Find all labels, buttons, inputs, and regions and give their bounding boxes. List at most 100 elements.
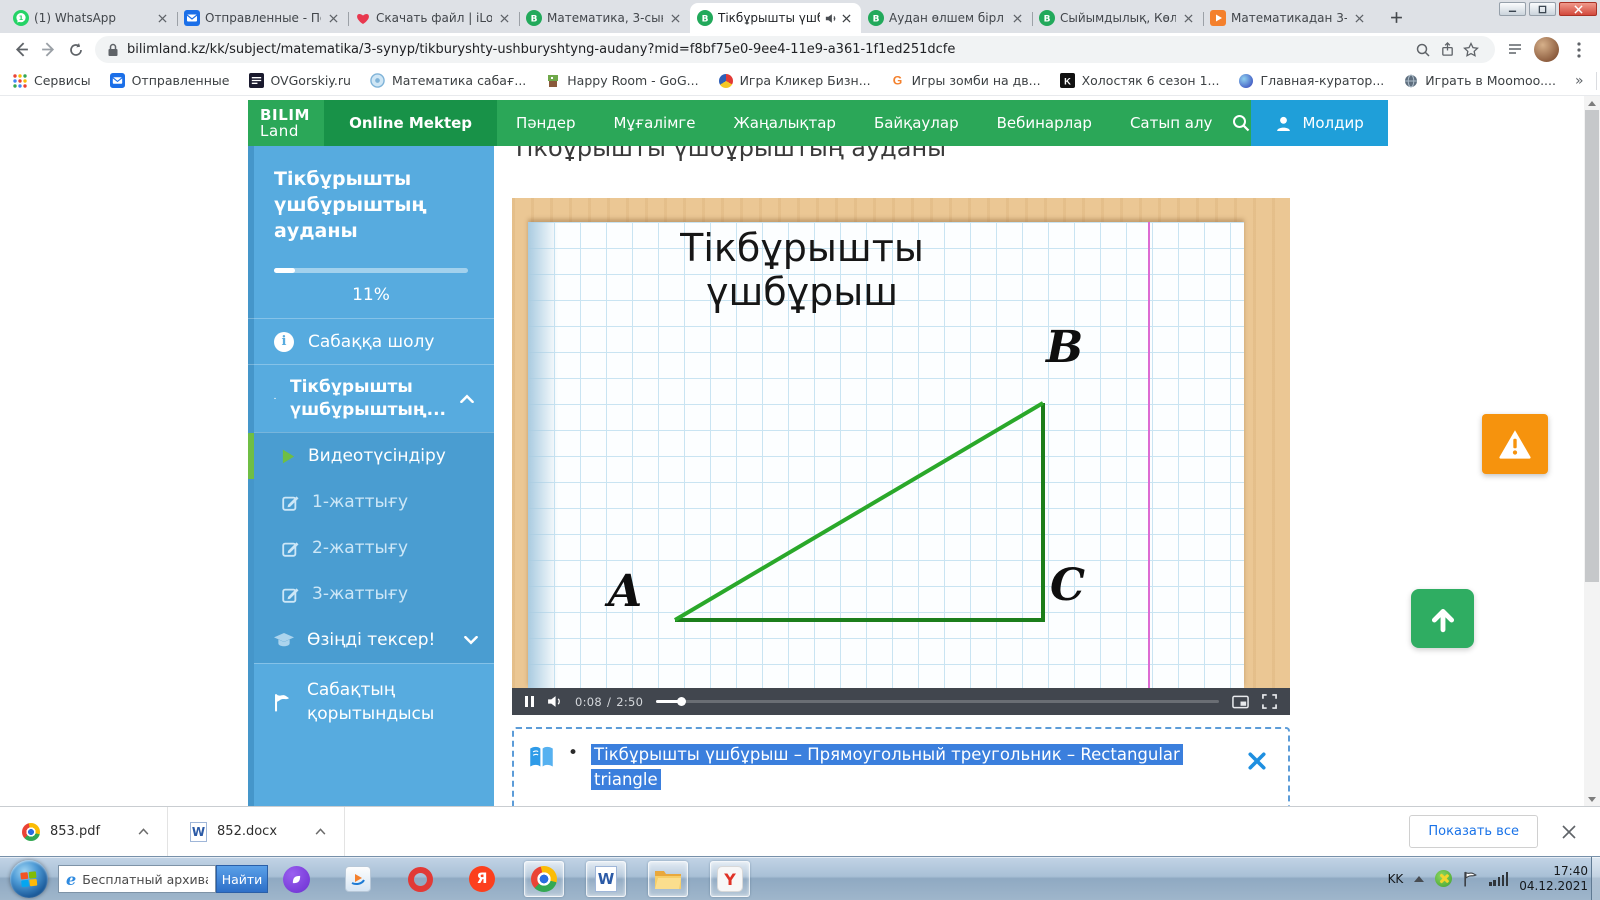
seek-track[interactable]: [656, 700, 1219, 703]
clock[interactable]: 17:40 04.12.2021: [1519, 864, 1588, 894]
nav-mugalimge[interactable]: Мұғалімге: [594, 100, 714, 146]
bookmarks-overflow-chevron[interactable]: »: [1575, 73, 1584, 89]
taskbar-app-explorer[interactable]: [648, 861, 688, 897]
bookmark-otpravlennye[interactable]: Отправленные: [110, 73, 229, 89]
downloads-close-icon[interactable]: [1562, 824, 1576, 839]
sidebar-item-summary[interactable]: Сабақтың қорытындысы: [248, 663, 494, 740]
tab-close-icon[interactable]: [1010, 11, 1025, 26]
tab-close-icon[interactable]: [1352, 11, 1367, 26]
nav-zhanalyqtar[interactable]: Жаңалықтар: [715, 100, 855, 146]
taskbar-app-yandex-browser[interactable]: Y: [710, 861, 750, 897]
tab-close-icon[interactable]: [668, 11, 683, 26]
sidebar-section-header[interactable]: Тікбұрышты үшбұрыштың...: [248, 364, 494, 432]
tray-antivirus-icon[interactable]: [1435, 870, 1453, 887]
share-icon[interactable]: [1435, 38, 1459, 62]
seek-knob[interactable]: [677, 697, 687, 706]
video-seek-bar[interactable]: [656, 688, 1219, 715]
glossary-close-icon[interactable]: [1248, 752, 1266, 813]
new-tab-button[interactable]: [1383, 4, 1409, 30]
close-button[interactable]: [1559, 2, 1597, 16]
bookmark-kliker[interactable]: Игра Кликер Бизн...: [718, 73, 871, 89]
volume-icon[interactable]: [547, 695, 562, 708]
report-warning-button[interactable]: [1482, 414, 1548, 474]
show-all-downloads-button[interactable]: Показать все: [1409, 815, 1538, 848]
scrollbar-up-icon[interactable]: [1584, 96, 1600, 110]
back-icon[interactable]: [8, 36, 35, 63]
pause-button[interactable]: [525, 696, 534, 707]
bookmark-ovgorskiy[interactable]: OVGorskiy.ru: [248, 73, 351, 89]
tab-tikburyshty-active[interactable]: B Тікбұрышты үшб: [690, 3, 861, 33]
video-player[interactable]: Тікбұрышты үшбұрыш A B C 0:08 / 2:50: [512, 198, 1290, 715]
url-text[interactable]: bilimland.kz/kk/subject/matematika/3-syn…: [127, 42, 1411, 57]
search-submit-button[interactable]: Найти: [216, 865, 268, 893]
tab-syiymdylyk[interactable]: B Сыйымдылық, Көле: [1032, 3, 1204, 33]
sidebar-item-overview[interactable]: i Сабаққа шолу: [248, 318, 494, 364]
taskbar-app-chrome[interactable]: [524, 861, 564, 897]
nav-online-mektep[interactable]: Online Mektep: [324, 100, 498, 146]
reload-icon[interactable]: [62, 36, 89, 63]
taskbar-search[interactable]: e Бесплатный архива... Найти: [58, 865, 268, 893]
tab-ilove-download[interactable]: Скачать файл | iLove: [348, 3, 520, 33]
tab-whatsapp[interactable]: 1 (1) WhatsApp: [6, 3, 178, 33]
bookmark-servisy[interactable]: Сервисы: [12, 73, 91, 89]
bookmark-moomoo[interactable]: Играть в Moomoo....: [1403, 73, 1556, 89]
tab-audio-icon[interactable]: [825, 13, 837, 24]
tab-matematika-3[interactable]: B Математика, 3-сынь: [519, 3, 690, 33]
taskbar-app-opera[interactable]: [400, 861, 440, 897]
forward-icon[interactable]: [35, 36, 62, 63]
sidebar-item-exercise-1[interactable]: 1-жаттығу: [248, 479, 494, 525]
taskbar-app-media-player[interactable]: [338, 861, 378, 897]
nav-vebinarlar[interactable]: Вебинарлар: [978, 100, 1111, 146]
tab-audan-olshem[interactable]: B Аудан өлшем бірлік: [861, 3, 1033, 33]
bookmark-happy-room[interactable]: Happy Room - GoG...: [545, 73, 699, 89]
scrollbar-down-icon[interactable]: [1584, 792, 1600, 806]
highlighted-term[interactable]: Тікбұрышты үшбұрыш – Прямоугольный треуг…: [591, 744, 1183, 790]
sidebar-item-exercise-3[interactable]: 3-жаттығу: [248, 571, 494, 617]
sidebar-item-exercise-2[interactable]: 2-жаттығу: [248, 525, 494, 571]
tray-expand-icon[interactable]: [1414, 875, 1425, 882]
tab-close-icon[interactable]: [1181, 11, 1196, 26]
chevron-up-icon[interactable]: [315, 828, 326, 835]
taskbar-search-input[interactable]: e Бесплатный архива...: [58, 865, 216, 893]
bookmark-zombi[interactable]: G Игры зомби на дв...: [890, 73, 1041, 89]
chevron-up-icon[interactable]: [138, 828, 149, 835]
nav-pander[interactable]: Пәндер: [497, 100, 594, 146]
sidebar-item-check-yourself[interactable]: Өзіңді тексер!: [248, 617, 494, 663]
tab-close-icon[interactable]: [326, 11, 341, 26]
scroll-to-top-button[interactable]: [1411, 589, 1474, 648]
site-search-button[interactable]: [1231, 100, 1251, 146]
bookmark-matematika[interactable]: Математика сабағ...: [370, 73, 526, 89]
bookmark-star-icon[interactable]: [1459, 38, 1483, 62]
scrollbar-thumb[interactable]: [1585, 110, 1599, 582]
nav-baiqaular[interactable]: Байқаулар: [855, 100, 978, 146]
pip-icon[interactable]: [1232, 695, 1249, 709]
account-button[interactable]: Молдир: [1251, 100, 1388, 146]
reading-list-icon[interactable]: [1501, 36, 1528, 63]
show-desktop-button[interactable]: [1591, 857, 1600, 900]
tray-action-center-icon[interactable]: [1463, 871, 1478, 887]
taskbar-app-alice[interactable]: [276, 861, 316, 897]
page-scrollbar[interactable]: [1584, 96, 1600, 806]
bilimland-logo[interactable]: BILIM Land: [248, 100, 324, 146]
start-button[interactable]: [10, 860, 48, 898]
bookmark-holostyak[interactable]: K Холостяк 6 сезон 1...: [1060, 73, 1219, 89]
language-indicator[interactable]: KK: [1388, 872, 1404, 886]
nav-satyp-alu[interactable]: Сатып алу: [1111, 100, 1231, 146]
sidebar-item-video[interactable]: Видеотүсіндіру: [248, 433, 494, 479]
taskbar-app-word[interactable]: W: [586, 861, 626, 897]
tray-network-icon[interactable]: [1489, 871, 1509, 886]
taskbar-app-yandex[interactable]: Я: [462, 861, 502, 897]
tab-matematikadan[interactable]: Математикадан 3-ш: [1203, 3, 1374, 33]
minimize-button[interactable]: [1499, 2, 1526, 16]
maximize-button[interactable]: [1529, 2, 1556, 16]
download-item-docx[interactable]: W 852.docx: [168, 807, 346, 856]
download-item-pdf[interactable]: 853.pdf: [0, 807, 169, 856]
address-bar[interactable]: bilimland.kz/kk/subject/matematika/3-syn…: [95, 36, 1495, 63]
tab-close-icon[interactable]: [155, 11, 170, 26]
bookmark-kurator[interactable]: Главная-куратор...: [1238, 73, 1384, 89]
profile-avatar[interactable]: [1534, 37, 1559, 62]
zoom-icon[interactable]: [1411, 38, 1435, 62]
tab-close-icon[interactable]: [497, 11, 512, 26]
tab-mail-sent[interactable]: Отправленные - По: [177, 3, 349, 33]
fullscreen-icon[interactable]: [1262, 694, 1277, 709]
